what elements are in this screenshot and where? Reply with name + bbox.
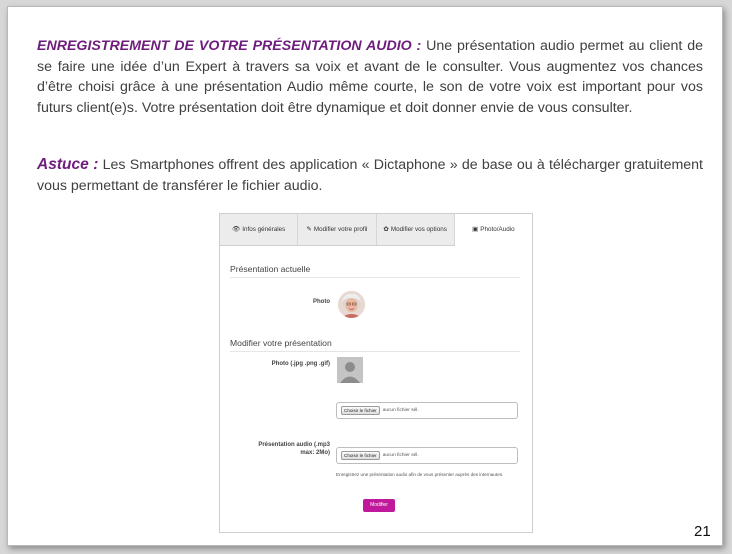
tab-label: Photo/Audio <box>480 226 515 233</box>
tab-infos-generales[interactable]: 👁 Infos générales <box>220 214 299 245</box>
tab-modifier-profil[interactable]: ✎ Modifier votre profil <box>298 214 377 245</box>
choose-audio-file-button[interactable]: Choisir le fichier <box>341 451 380 460</box>
tip-heading: Astuce : <box>37 156 99 173</box>
photo-file-input[interactable]: Choisir le fichier aucun fichier sél. <box>336 402 518 419</box>
photo-placeholder-icon <box>337 357 363 383</box>
audio-label-line: max: 2Mo) <box>300 450 330 456</box>
tab-photo-audio[interactable]: ▣ Photo/Audio <box>454 214 532 246</box>
photo-audio-screenshot: 👁 Infos générales ✎ Modifier votre profi… <box>219 213 533 533</box>
photo-label: Photo <box>313 299 330 305</box>
divider <box>230 277 520 278</box>
slide: ENREGISTREMENT DE VOTRE PRÉSENTATION AUD… <box>7 6 723 546</box>
edit-presentation-title: Modifier votre présentation <box>230 338 332 348</box>
tab-label: Infos générales <box>242 225 286 233</box>
audio-upload-label: Présentation audio (.mp3 max: 2Mo) <box>230 441 330 457</box>
section-heading: ENREGISTREMENT DE VOTRE PRÉSENTATION AUD… <box>37 38 422 54</box>
picture-icon: ▣ <box>472 226 479 233</box>
photo-file-status: aucun fichier sél. <box>382 408 419 413</box>
choose-photo-file-button[interactable]: Choisir le fichier <box>341 406 380 415</box>
photo-upload-label: Photo (.jpg .png .gif) <box>271 361 330 367</box>
tab-label: Modifier votre profil <box>313 225 368 233</box>
modifier-button[interactable]: Modifier <box>363 499 395 512</box>
current-presentation-title: Présentation actuelle <box>230 264 311 274</box>
divider <box>230 351 520 352</box>
avatar-portrait-image <box>338 291 365 318</box>
tab-label: Modifier vos options <box>390 225 447 233</box>
tip-paragraph: Astuce : Les Smartphones offrent des app… <box>37 155 703 196</box>
intro-paragraph: ENREGISTREMENT DE VOTRE PRÉSENTATION AUD… <box>37 36 703 118</box>
tab-modifier-options[interactable]: ✿ Modifier vos options <box>377 214 455 245</box>
gear-icon: ✿ <box>383 225 389 233</box>
audio-label-line: Présentation audio (.mp3 <box>258 442 330 448</box>
tab-bar: 👁 Infos générales ✎ Modifier votre profi… <box>220 214 532 246</box>
audio-file-status: aucun fichier sél. <box>382 453 419 458</box>
eye-icon: 👁 <box>231 225 241 233</box>
audio-help-text: Enregistrez une présentation audio afin … <box>336 472 504 477</box>
audio-file-input[interactable]: Choisir le fichier aucun fichier sél. <box>336 447 518 464</box>
edit-icon: ✎ <box>306 225 312 233</box>
tip-text: Les Smartphones offrent des application … <box>37 157 704 194</box>
profile-avatar <box>338 291 365 318</box>
page-number: 21 <box>694 523 711 540</box>
